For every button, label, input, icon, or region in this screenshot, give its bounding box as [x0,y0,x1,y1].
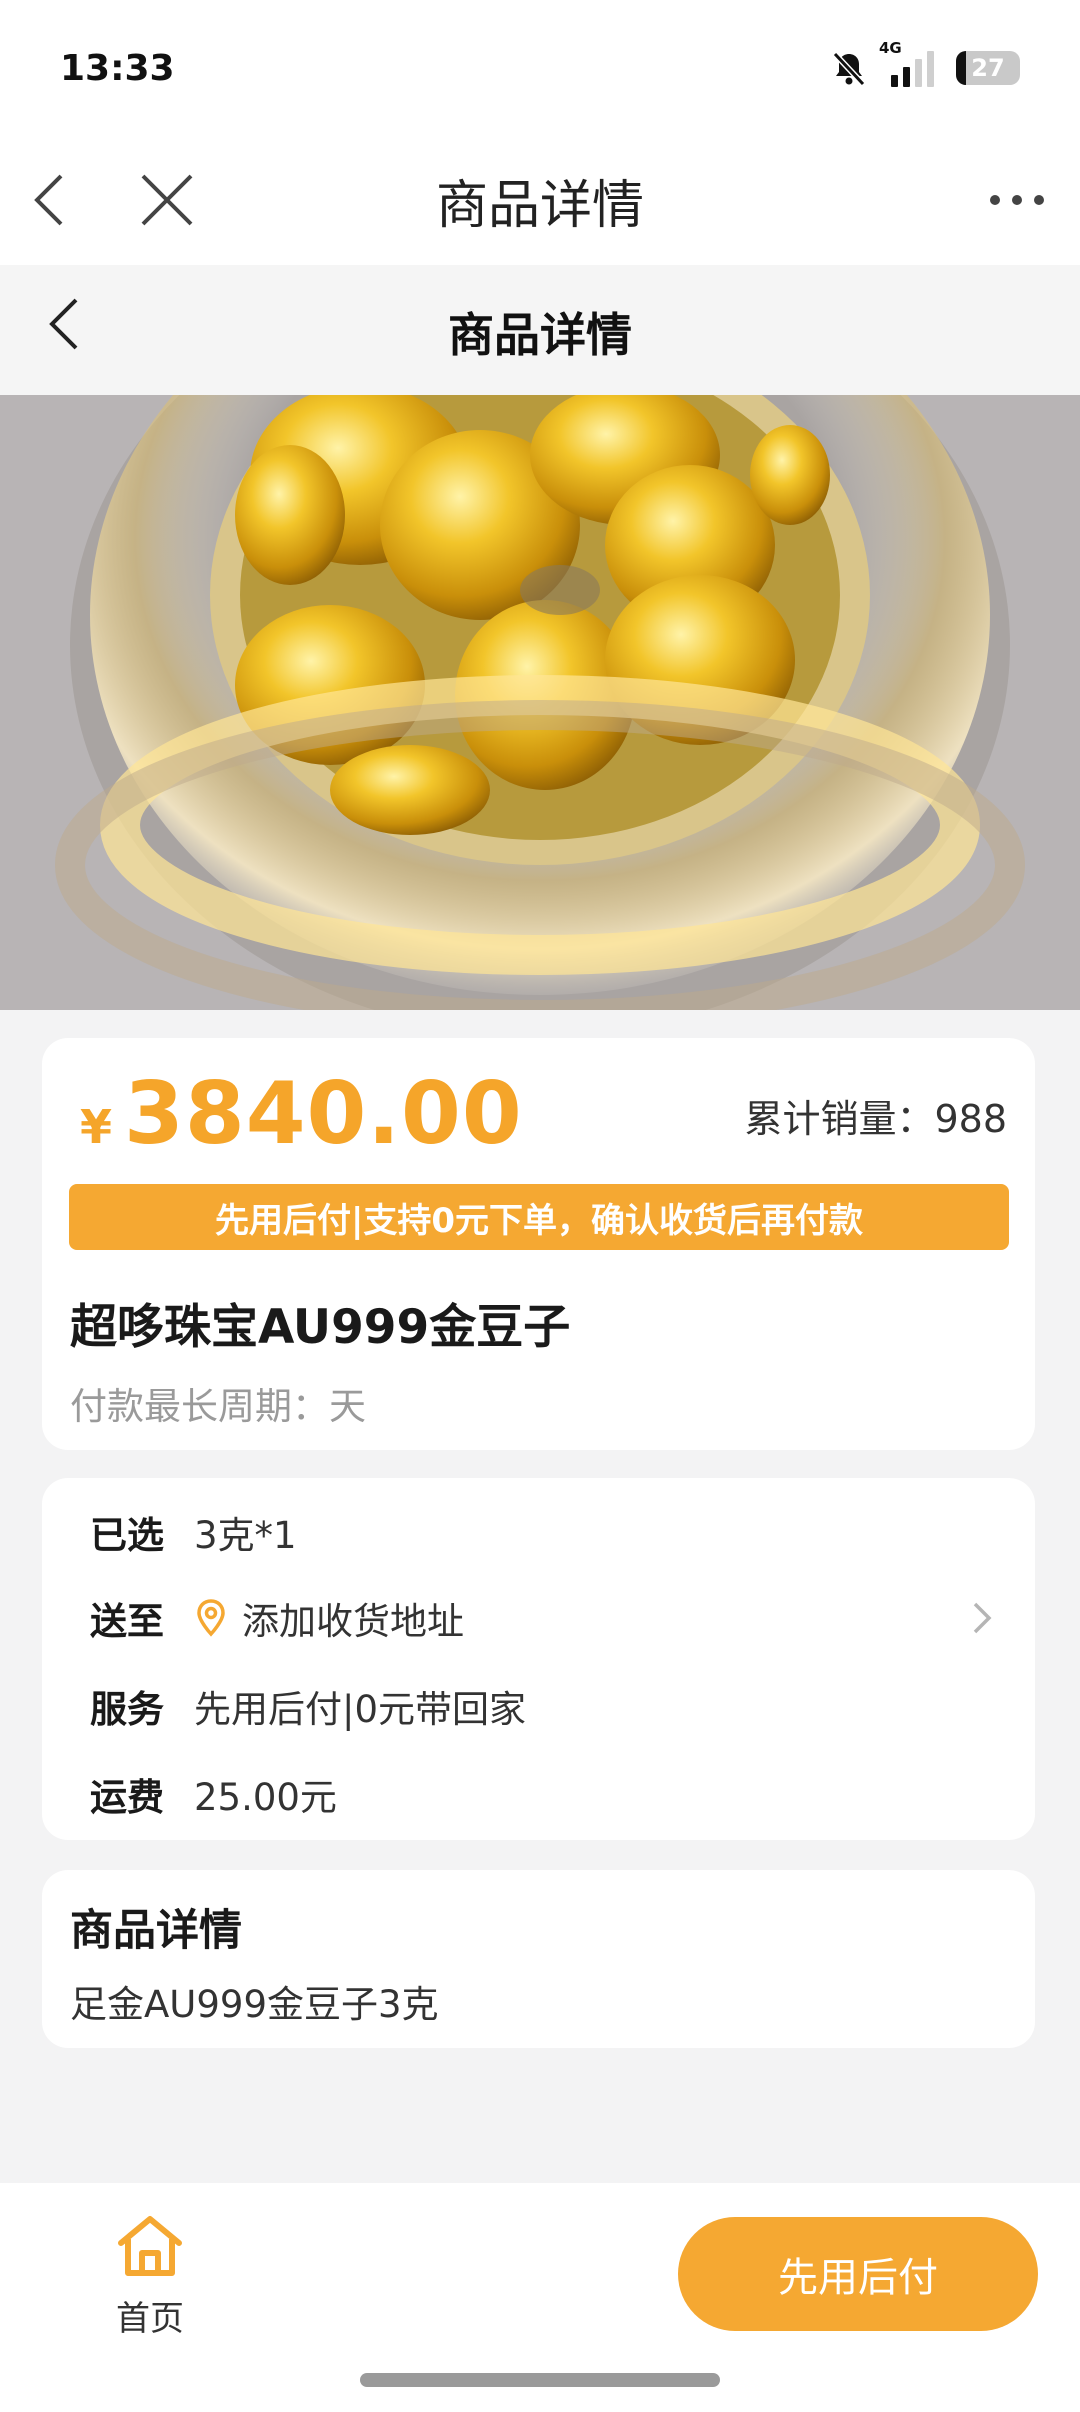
shipping-fee-value: 25.00元 [194,1776,337,1819]
home-icon [118,2216,182,2276]
signal-icon: 4G [879,39,934,87]
add-address-text: 添加收货地址 [242,1600,464,1643]
service-row: 服务 先用后付|0元带回家 [90,1674,1005,1738]
status-time: 13:33 [60,48,175,89]
address-value-wrap: 添加收货地址 [194,1591,464,1645]
product-name: 超哆珠宝AU999金豆子 [70,1300,571,1355]
browser-title-bar: 商品详情 [0,135,1080,265]
promo-banner: 先用后付|支持0元下单，确认收货后再付款 [69,1184,1009,1250]
status-bar: 13:33 4G 27 [0,0,1080,135]
more-dots-icon [990,195,1044,205]
price: 3840.00 [124,1064,523,1164]
status-icons: 4G 27 [829,39,1020,90]
location-pin-icon [197,1599,225,1637]
home-label: 首页 [116,2299,184,2339]
sales-count: 累计销量：988 [744,1097,1007,1141]
price-card: ¥ 3840.00 累计销量：988 先用后付|支持0元下单，确认收货后再付款 … [42,1038,1035,1450]
selected-label: 已选 [90,1514,164,1557]
price-row: ¥ 3840.00 [80,1064,523,1164]
page-header: 商品详情 [0,265,1080,395]
selected-value: 3克*1 [194,1514,297,1557]
product-image[interactable] [0,395,1080,1010]
page-title: 商品详情 [448,308,632,362]
ship-to-label: 送至 [90,1600,164,1643]
pay-later-button[interactable]: 先用后付 [678,2217,1038,2331]
selected-spec-row[interactable]: 已选 3克*1 [90,1500,1005,1564]
payment-period: 付款最长周期：天 [70,1385,366,1428]
browser-title: 商品详情 [435,176,644,236]
bell-muted-icon [832,51,866,87]
gold-beans-photo [0,395,1080,1010]
detail-title: 商品详情 [70,1906,242,1956]
detail-text: 足金AU999金豆子3克 [70,1983,439,2026]
network-type: 4G [879,39,902,57]
shipping-fee-row: 运费 25.00元 [90,1762,1005,1826]
detail-card: 商品详情 足金AU999金豆子3克 [42,1870,1035,2048]
options-card: 已选 3克*1 送至 添加收货地址 服务 先用后付|0元带回家 运费 25.00… [42,1478,1035,1840]
battery-icon: 27 [956,51,1020,85]
shipping-fee-label: 运费 [90,1776,164,1819]
chevron-right-icon [973,1602,992,1634]
battery-level: 27 [971,54,1005,82]
more-button[interactable] [982,165,1052,235]
service-label: 服务 [90,1688,164,1731]
home-indicator[interactable] [360,2373,720,2387]
service-value: 先用后付|0元带回家 [194,1688,527,1731]
home-tab[interactable]: 首页 [100,2213,200,2343]
address-row[interactable]: 送至 添加收货地址 [90,1586,1005,1650]
currency-symbol: ¥ [80,1100,113,1154]
